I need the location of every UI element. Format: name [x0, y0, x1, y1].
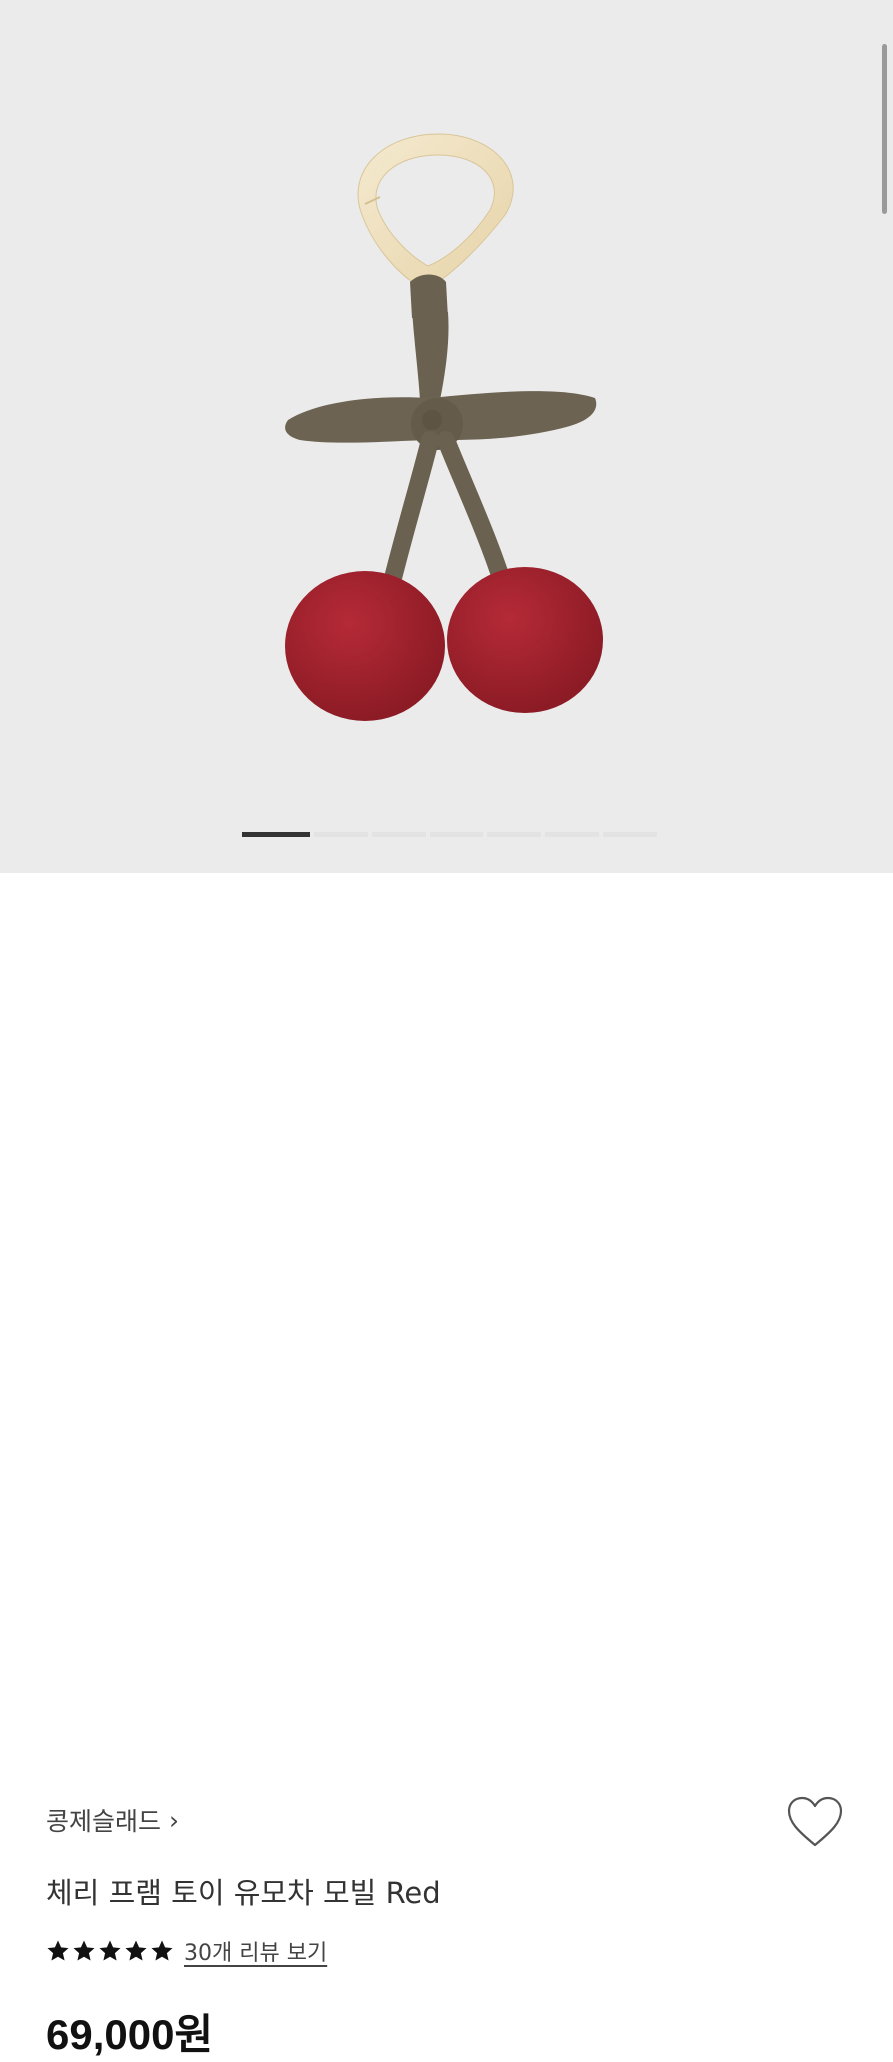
gallery-page-indicator — [242, 832, 657, 837]
rating-row: 30개 리뷰 보기 — [46, 1935, 327, 1967]
wishlist-button[interactable] — [786, 1795, 844, 1853]
heart-outline-icon — [787, 1796, 843, 1847]
brand-name: 콩제슬래드 — [46, 1807, 162, 1836]
page-scrollbar[interactable] — [882, 44, 887, 214]
star-filled-icon — [73, 1940, 95, 1961]
star-rating — [46, 1939, 174, 1963]
gallery-page-dot-active[interactable] — [242, 832, 310, 837]
product-price: 69,000원 — [46, 2011, 214, 2058]
product-image — [285, 133, 603, 721]
product-title: 체리 프램 토이 유모차 모빌 Red — [46, 1876, 441, 1910]
gallery-page-dot[interactable] — [545, 832, 600, 837]
gallery-page-dot[interactable] — [371, 832, 426, 837]
reviews-link[interactable]: 30개 리뷰 보기 — [184, 1935, 327, 1967]
gallery-page-dot[interactable] — [314, 832, 368, 837]
gallery-page-dot[interactable] — [487, 832, 542, 837]
star-filled-icon — [99, 1940, 121, 1961]
gallery-page-dot[interactable] — [603, 832, 657, 837]
gallery-page-dot[interactable] — [429, 832, 484, 837]
product-image-gallery[interactable] — [0, 0, 893, 873]
chevron-right-icon: › — [169, 1805, 180, 1835]
star-filled-icon — [47, 1940, 69, 1961]
brand-link[interactable]: 콩제슬래드 › — [46, 1802, 179, 1838]
star-filled-icon — [151, 1940, 173, 1961]
product-info: 콩제슬래드 › 체리 프램 토이 유모차 모빌 Red 30개 리뷰 보기 69… — [0, 873, 893, 2058]
star-filled-icon — [125, 1940, 147, 1961]
